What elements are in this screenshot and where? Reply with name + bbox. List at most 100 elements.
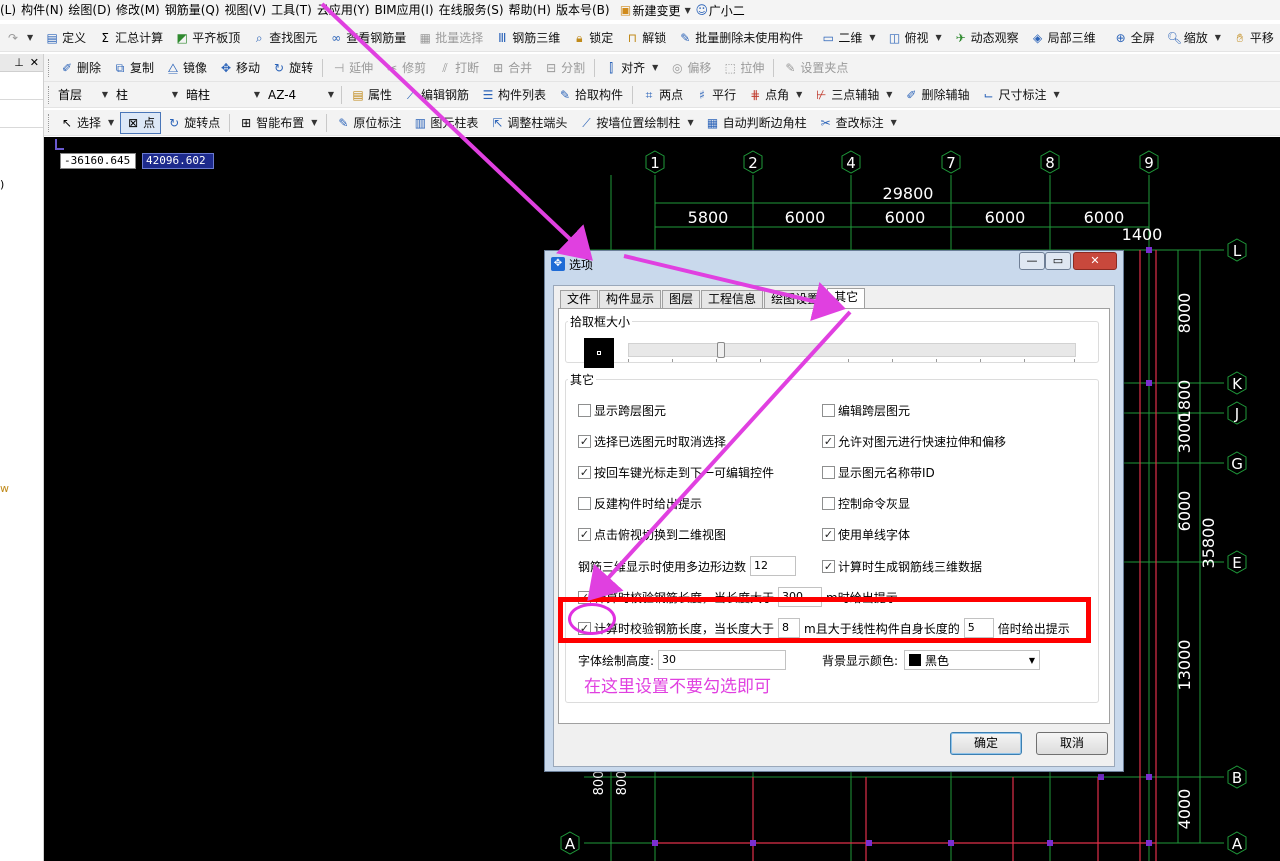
pin-icon[interactable]: ⊥	[14, 56, 24, 69]
reverse-build-prompt-option[interactable]: 反建构件时给出提示	[578, 495, 702, 512]
merge-button[interactable]: ⊞ 合并	[485, 57, 538, 79]
type-select[interactable]: 暗柱 ▼	[182, 84, 264, 105]
ok-button[interactable]: 确定	[950, 732, 1022, 755]
floor-select[interactable]: 首层 ▼	[54, 84, 112, 105]
checkbox-checked[interactable]: ✓	[578, 528, 591, 541]
close-button[interactable]: ✕	[1073, 252, 1117, 270]
font-height-input[interactable]: 30	[658, 650, 787, 670]
summary-calc-button[interactable]: Σ 汇总计算	[92, 27, 169, 49]
edit-cross-floor-option[interactable]: 编辑跨层图元	[822, 402, 910, 419]
tab-file[interactable]: 文件	[560, 290, 599, 308]
checkbox-checked[interactable]: ✓	[578, 466, 591, 479]
component-select[interactable]: AZ-4 ▼	[264, 84, 338, 105]
allow-quick-stretch-option[interactable]: ✓ 允许对图元进行快速拉伸和偏移	[822, 433, 1006, 450]
check-label-dropdown[interactable]: ✂ 查改标注 ▼	[813, 112, 903, 134]
view-2d-dropdown[interactable]: ▭ 二维 ▼	[815, 27, 881, 49]
zoom-dropdown[interactable]: 🔍︎ 缩放 ▼	[1161, 27, 1227, 49]
rotate-point-button[interactable]: ↻ 旋转点	[161, 112, 226, 134]
checkbox[interactable]	[822, 466, 835, 479]
polygon-edges-input[interactable]: 12	[750, 556, 797, 576]
move-button[interactable]: ✥ 移动	[213, 57, 266, 79]
pan-dropdown[interactable]: ✋︎平移▼	[1227, 27, 1280, 49]
menu-help[interactable]: 帮助(H)	[509, 1, 556, 19]
assistant-button[interactable]: ☺ 广小二	[695, 2, 744, 19]
cancel-button[interactable]: 取消	[1036, 732, 1108, 755]
local-3d-button[interactable]: ◈ 局部三维	[1025, 27, 1102, 49]
extend-button[interactable]: ⊣ 延伸	[326, 57, 379, 79]
bg-color-select[interactable]: 黑色 ▼	[904, 650, 1041, 670]
unlock-button[interactable]: ⊓ 解锁	[619, 27, 672, 49]
tab-other[interactable]: 其它	[827, 288, 866, 309]
gray-commands-option[interactable]: 控制命令灰显	[822, 495, 910, 512]
rotate-button[interactable]: ↻ 旋转	[266, 57, 319, 79]
checkbox[interactable]	[578, 497, 591, 510]
point-angle-dropdown[interactable]: ⋕ 点角 ▼	[742, 84, 808, 106]
checkbox-checked[interactable]: ✓	[822, 435, 835, 448]
auto-corner-column-button[interactable]: ▦ 自动判断边角柱	[700, 112, 813, 134]
three-point-axis-dropdown[interactable]: ⊬ 三点辅轴 ▼	[808, 84, 898, 106]
menu-online[interactable]: 在线服务(S)	[439, 1, 509, 19]
new-change-button[interactable]: ▣ 新建变更 ▼	[619, 2, 691, 19]
batch-delete-button[interactable]: ✎ 批量删除未使用构件	[672, 27, 809, 49]
fullscreen-button[interactable]: ⊕ 全屏	[1108, 27, 1161, 49]
find-element-button[interactable]: ⌕ 查找图元	[246, 27, 323, 49]
minimize-button[interactable]: —	[1019, 252, 1045, 270]
mirror-button[interactable]: ⧋ 镜像	[160, 57, 213, 79]
checkbox[interactable]	[578, 404, 591, 417]
two-points-button[interactable]: ⌗ 两点	[636, 84, 689, 106]
checkbox-checked[interactable]: ✓	[822, 528, 835, 541]
show-name-id-option[interactable]: 显示图元名称带ID	[822, 464, 935, 481]
dimension-dropdown[interactable]: ⌙ 尺寸标注 ▼	[975, 84, 1065, 106]
copy-button[interactable]: ⧉ 复制	[107, 57, 160, 79]
trim-button[interactable]: ✂ 修剪	[379, 57, 432, 79]
draw-by-wall-dropdown[interactable]: ⟋ 按墙位置绘制柱 ▼	[573, 112, 699, 134]
dialog-titlebar[interactable]: ✥ 选项 — ▭ ✕	[545, 251, 1123, 277]
menu-bim[interactable]: BIM应用(I)	[375, 1, 439, 19]
coordinate-x-input[interactable]: -36160.645	[60, 153, 136, 169]
tab-draw-settings[interactable]: 绘图设置	[764, 290, 827, 308]
menu-version[interactable]: 版本号(B)	[556, 1, 615, 19]
align-dropdown[interactable]: ⫿ 对齐 ▼	[598, 57, 664, 79]
break-button[interactable]: ⫽ 打断	[432, 57, 485, 79]
top-view-dropdown[interactable]: ◫ 俯视 ▼	[881, 27, 947, 49]
lock-button[interactable]: 🔒︎ 锁定	[566, 27, 619, 49]
click-top-view-2d-option[interactable]: ✓ 点击俯视切换到二维视图	[578, 526, 726, 543]
toolbar-grip[interactable]	[48, 58, 51, 77]
checkbox-checked[interactable]: ✓	[578, 435, 591, 448]
menu-tools[interactable]: 工具(T)	[271, 1, 317, 19]
in-place-label-button[interactable]: ✎ 原位标注	[330, 112, 407, 134]
maximize-button[interactable]: ▭	[1045, 252, 1071, 270]
tab-component-display[interactable]: 构件显示	[599, 290, 662, 308]
menu-modify[interactable]: 修改(M)	[116, 1, 165, 19]
show-cross-floor-option[interactable]: 显示跨层图元	[578, 402, 666, 419]
close-icon[interactable]: ✕	[30, 56, 39, 69]
deselect-selected-option[interactable]: ✓ 选择已选图元时取消选择	[578, 433, 726, 450]
rebar-3d-button[interactable]: Ⅲ 钢筋三维	[489, 27, 566, 49]
pick-component-button[interactable]: ✎ 拾取构件	[552, 84, 629, 106]
single-line-font-option[interactable]: ✓ 使用单线字体	[822, 526, 910, 543]
point-button[interactable]: ⊠ 点	[120, 111, 162, 134]
delete-axis-button[interactable]: ✐ 删除辅轴	[898, 84, 975, 106]
set-grip-button[interactable]: ✎ 设置夹点	[777, 57, 854, 79]
menu-component[interactable]: 构件(N)	[21, 1, 68, 19]
view-rebar-qty-button[interactable]: ∞ 查看钢筋量	[323, 27, 412, 49]
edit-rebar-button[interactable]: ⟋ 编辑钢筋	[398, 84, 475, 106]
menu-rebar-qty[interactable]: 钢筋量(Q)	[165, 1, 225, 19]
gen-rebar-3d-data-option[interactable]: ✓ 计算时生成钢筋线三维数据	[822, 558, 982, 575]
checkbox-checked[interactable]: ✓	[822, 560, 835, 573]
menu-cloud[interactable]: 云应用(Y)	[317, 1, 375, 19]
menu-draw[interactable]: 绘图(D)	[68, 1, 116, 19]
checkbox[interactable]	[822, 404, 835, 417]
parallel-button[interactable]: ♯ 平行	[689, 84, 742, 106]
component-list-button[interactable]: ☰ 构件列表	[475, 84, 552, 106]
offset-button[interactable]: ◎ 偏移	[664, 57, 717, 79]
adjust-column-end-button[interactable]: ⇱ 调整柱端头	[484, 112, 573, 134]
batch-select-button[interactable]: ▦ 批量选择	[412, 27, 489, 49]
element-table-button[interactable]: ▥ 图元柱表	[407, 112, 484, 134]
delete-button[interactable]: ✐ 删除	[54, 57, 107, 79]
split-button[interactable]: ⊟ 分割	[538, 57, 591, 79]
properties-button[interactable]: ▤ 属性	[345, 84, 398, 106]
flush-slab-button[interactable]: ◩ 平齐板顶	[169, 27, 246, 49]
pick-box-size-slider[interactable]	[628, 342, 1076, 358]
category-select[interactable]: 柱 ▼	[112, 84, 182, 105]
